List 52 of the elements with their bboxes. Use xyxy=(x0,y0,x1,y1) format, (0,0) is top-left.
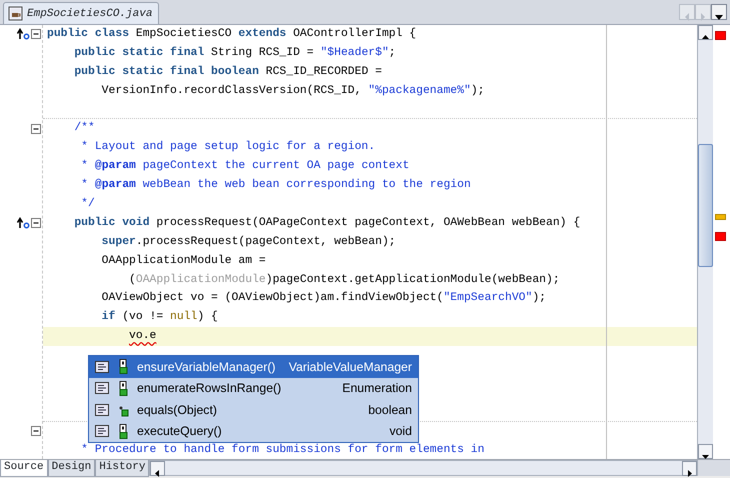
method-icon xyxy=(95,425,109,438)
scroll-up-button[interactable] xyxy=(698,25,713,40)
method-name: enumerateRowsInRange() xyxy=(137,380,282,398)
file-tab[interactable]: EmpSocietiesCO.java xyxy=(3,2,160,24)
code-line: (OAApplicationModule)pageContext.getApplicationModule(webBean); xyxy=(128,274,560,286)
method-icon xyxy=(95,404,109,416)
error-marker[interactable] xyxy=(715,31,726,40)
completion-item[interactable]: ensureVariableManager() VariableValueManager xyxy=(89,356,418,378)
scroll-down-button[interactable] xyxy=(698,444,713,459)
editor-tab[interactable]: Source xyxy=(0,460,48,477)
code-line: super.processRequest(pageContext, webBean); xyxy=(100,236,396,248)
code-line: public static final String RCS_ID = "$Header$"; xyxy=(73,46,396,59)
lock-icon xyxy=(117,380,129,396)
lock-icon xyxy=(117,359,129,374)
code-line: */ xyxy=(80,198,95,210)
code-line: * @param pageContext the current OA page context xyxy=(80,160,410,172)
code-line: if (vo != null) { xyxy=(100,311,218,324)
warning-marker[interactable] xyxy=(715,214,726,220)
method-icon xyxy=(95,382,109,394)
return-type: boolean xyxy=(368,402,412,419)
code-line: public void processRequest(OAPageContext pageContext, OAWebBean webBean) { xyxy=(73,216,580,229)
file-tab-label: EmpSocietiesCO.java xyxy=(27,8,152,20)
method-name: equals(Object) xyxy=(137,402,217,419)
horizontal-scrollbar[interactable] xyxy=(149,460,698,476)
method-name: executeQuery() xyxy=(137,423,222,440)
tab-list-button[interactable] xyxy=(711,4,727,20)
editor-tab[interactable]: Design xyxy=(48,460,96,477)
return-type: VariableValueManager xyxy=(288,358,412,376)
code-line: * Layout and page setup logic for a region. xyxy=(80,141,376,154)
return-type: void xyxy=(389,423,412,440)
code-line: * Procedure to handle form submissions for form elements in xyxy=(80,444,484,456)
vertical-scrollbar[interactable] xyxy=(697,25,713,459)
completion-item[interactable]: executeQuery() void xyxy=(89,420,418,442)
method-name: ensureVariableManager() xyxy=(137,358,276,376)
error-marker[interactable] xyxy=(715,232,726,241)
completion-item[interactable]: enumerateRowsInRange() Enumeration xyxy=(89,378,418,399)
scroll-right-button[interactable] xyxy=(682,461,697,476)
return-type: Enumeration xyxy=(342,380,412,398)
code-line: /** xyxy=(73,122,95,134)
scrollbar-thumb[interactable] xyxy=(698,144,713,267)
editor-tab[interactable]: History xyxy=(95,460,150,477)
code-line: OAApplicationModule am = xyxy=(100,254,266,267)
code-line: * @param webBean the web bean corresponding to the region xyxy=(80,179,471,192)
code-line: vo.e xyxy=(128,330,156,342)
code-line: public static final boolean RCS_ID_RECORDED = xyxy=(73,66,382,78)
code-line: public class EmpSocietiesCO extends OAControllerImpl { xyxy=(47,28,416,40)
lock-icon xyxy=(117,424,129,439)
code-line: VersionInfo.recordClassVersion(RCS_ID, "%packagename%"); xyxy=(100,84,484,97)
completion-item[interactable]: equals(Object) boolean xyxy=(89,399,418,420)
method-icon xyxy=(95,360,109,373)
scroll-left-button[interactable] xyxy=(150,461,166,476)
code-line: OAViewObject vo = (OAViewObject)am.findViewObject("EmpSearchVO"); xyxy=(100,292,546,304)
